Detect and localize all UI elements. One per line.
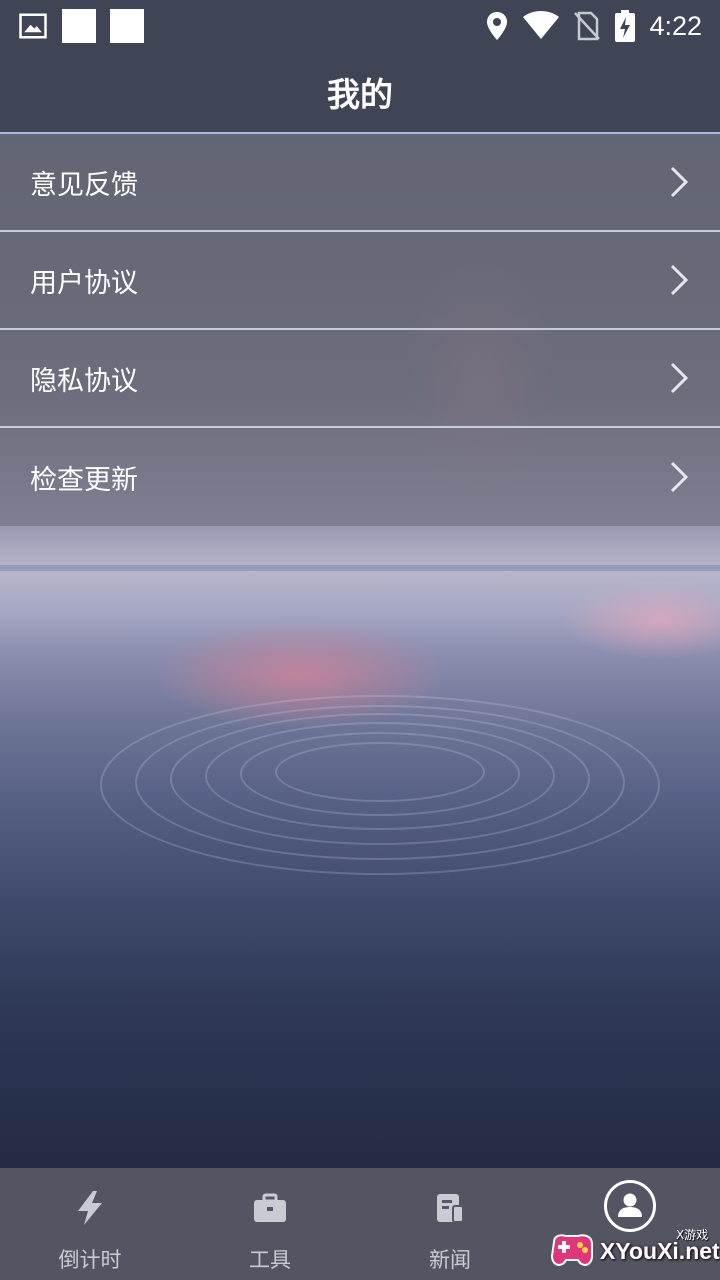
settings-menu: 意见反馈 用户协议 隐私协议 检查更新: [0, 134, 720, 526]
menu-item-label: 检查更新: [30, 464, 138, 496]
menu-item-feedback[interactable]: 意见反馈: [0, 134, 720, 232]
news-icon: [437, 1194, 464, 1223]
chevron-right-icon: [670, 264, 689, 296]
wifi-icon: [523, 11, 560, 39]
watermark: X游戏 XYouXi.net: [548, 1222, 720, 1278]
notification-square: [110, 9, 144, 43]
menu-item-privacy-agreement[interactable]: 隐私协议: [0, 330, 720, 428]
bolt-icon: [78, 1191, 102, 1225]
status-bar: 4:22: [0, 0, 720, 52]
nav-item-tools[interactable]: 工具: [180, 1168, 360, 1280]
no-sim-icon: [574, 11, 601, 41]
location-icon: [487, 12, 508, 40]
gamepad-logo-icon: [550, 1234, 593, 1266]
image-icon: [19, 13, 47, 39]
chevron-right-icon: [670, 166, 689, 198]
briefcase-icon: [254, 1193, 286, 1222]
watermark-text: XYouXi.net: [600, 1238, 720, 1264]
menu-item-label: 隐私协议: [30, 365, 138, 397]
profile-icon: [618, 1193, 642, 1217]
menu-item-user-agreement[interactable]: 用户协议: [0, 232, 720, 330]
page-title: 我的: [327, 75, 393, 114]
chevron-right-icon: [670, 461, 689, 493]
battery-charging-icon: [615, 10, 636, 42]
menu-item-label: 用户协议: [30, 267, 138, 299]
nav-label: 倒计时: [58, 1248, 122, 1272]
nav-item-countdown[interactable]: 倒计时: [0, 1168, 180, 1280]
nav-item-news[interactable]: 新闻: [360, 1168, 540, 1280]
nav-label: 新闻: [429, 1248, 471, 1272]
notification-square: [62, 9, 96, 43]
menu-item-label: 意见反馈: [30, 169, 138, 201]
app-bar: 我的: [0, 52, 720, 134]
status-time: 4:22: [649, 10, 702, 41]
menu-item-check-update[interactable]: 检查更新: [0, 428, 720, 526]
nav-label: 工具: [249, 1248, 291, 1272]
chevron-right-icon: [670, 362, 689, 394]
